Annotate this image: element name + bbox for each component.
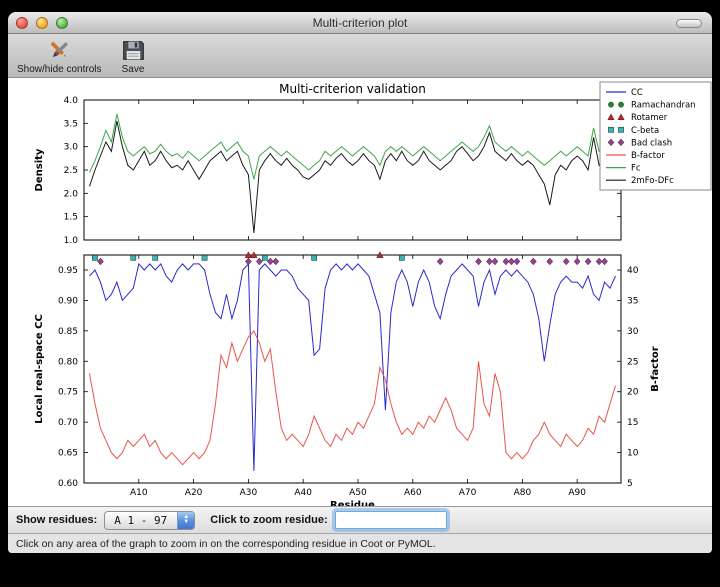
c-beta-marker bbox=[153, 255, 158, 260]
svg-text:35: 35 bbox=[627, 296, 638, 306]
zoom-window-button[interactable] bbox=[56, 17, 68, 29]
save-button[interactable]: Save bbox=[117, 36, 150, 76]
window-title: Multi-criterion plot bbox=[313, 16, 408, 30]
x-axis-label: Residue bbox=[330, 500, 375, 506]
legend-ramachandran-marker bbox=[618, 102, 623, 107]
zoom-residue-label: Click to zoom residue: bbox=[210, 514, 327, 526]
legend-label: Ramachandran bbox=[631, 101, 696, 111]
svg-text:2.0: 2.0 bbox=[64, 189, 79, 199]
save-label: Save bbox=[122, 64, 145, 75]
right-y-axis-label: B-factor bbox=[650, 346, 661, 391]
svg-text:1.0: 1.0 bbox=[64, 236, 79, 246]
c-beta-marker bbox=[262, 255, 267, 260]
show-residues-value: A 1 - 97 bbox=[105, 512, 177, 529]
save-icon bbox=[120, 37, 147, 64]
legend-label: 2mFo-DFc bbox=[631, 176, 674, 186]
svg-text:A10: A10 bbox=[130, 488, 148, 498]
plot-canvas[interactable]: Multi-criterion validation 1.0 1.5 2.0 2.5 3.… bbox=[8, 78, 712, 506]
legend-label: C-beta bbox=[631, 126, 659, 136]
c-beta-marker bbox=[202, 255, 207, 260]
svg-text:A50: A50 bbox=[349, 488, 367, 498]
show-hide-controls-label: Show/hide controls bbox=[17, 64, 102, 75]
svg-text:0.85: 0.85 bbox=[58, 327, 78, 337]
c-beta-marker bbox=[312, 255, 317, 260]
svg-text:A20: A20 bbox=[185, 488, 203, 498]
chart-title: Multi-criterion validation bbox=[279, 82, 426, 96]
svg-text:10: 10 bbox=[627, 449, 639, 459]
svg-text:0.75: 0.75 bbox=[58, 388, 78, 398]
status-bar: Click on any area of the graph to zoom i… bbox=[8, 533, 712, 553]
popup-stepper: ▲ ▼ bbox=[177, 512, 194, 529]
svg-text:A30: A30 bbox=[240, 488, 258, 498]
svg-text:3.5: 3.5 bbox=[64, 119, 78, 129]
svg-text:A90: A90 bbox=[568, 488, 586, 498]
bottom-axes bbox=[84, 255, 621, 483]
minimize-button[interactable] bbox=[36, 17, 48, 29]
legend-c-beta-marker bbox=[608, 127, 613, 132]
top-axes bbox=[84, 100, 621, 240]
legend-label: Bad clash bbox=[631, 138, 672, 148]
toolbar: Show/hide controls Save bbox=[8, 34, 712, 78]
traffic-lights bbox=[16, 17, 68, 29]
svg-text:0.70: 0.70 bbox=[58, 418, 78, 428]
title-bar[interactable]: Multi-criterion plot bbox=[8, 12, 712, 34]
svg-text:A40: A40 bbox=[294, 488, 312, 498]
edit-tools-icon bbox=[46, 37, 73, 64]
show-residues-select[interactable]: A 1 - 97 ▲ ▼ bbox=[104, 511, 195, 530]
svg-text:30: 30 bbox=[627, 327, 639, 337]
legend-label: Rotamer bbox=[631, 113, 668, 123]
svg-text:0.80: 0.80 bbox=[58, 357, 78, 367]
zoom-residue-input[interactable] bbox=[335, 511, 447, 529]
legend-c-beta-marker bbox=[618, 127, 623, 132]
bottom-y-axis-label: Local real-space CC bbox=[34, 314, 45, 424]
stepper-down-icon: ▼ bbox=[183, 520, 189, 525]
c-beta-marker bbox=[399, 255, 404, 260]
legend-ramachandran-marker bbox=[608, 102, 613, 107]
plot-svg[interactable]: Multi-criterion validation 1.0 1.5 2.0 2.5 3.… bbox=[8, 78, 712, 506]
svg-text:3.0: 3.0 bbox=[64, 143, 79, 153]
svg-text:40: 40 bbox=[627, 266, 639, 276]
legend-label: CC bbox=[631, 88, 643, 98]
controls-bar: Show residues: A 1 - 97 ▲ ▼ Click to zoo… bbox=[8, 506, 712, 533]
c-beta-marker bbox=[92, 255, 97, 260]
svg-text:0.65: 0.65 bbox=[58, 449, 78, 459]
status-text: Click on any area of the graph to zoom i… bbox=[16, 538, 436, 550]
svg-text:0.90: 0.90 bbox=[58, 296, 78, 306]
svg-text:0.60: 0.60 bbox=[58, 479, 78, 489]
svg-text:A80: A80 bbox=[514, 488, 532, 498]
svg-text:4.0: 4.0 bbox=[64, 96, 79, 106]
legend-label: B-factor bbox=[631, 151, 665, 161]
svg-text:20: 20 bbox=[627, 388, 639, 398]
show-residues-label: Show residues: bbox=[16, 514, 97, 526]
svg-text:5: 5 bbox=[627, 479, 633, 489]
svg-text:0.95: 0.95 bbox=[58, 266, 78, 276]
svg-text:2.5: 2.5 bbox=[64, 166, 78, 176]
svg-text:25: 25 bbox=[627, 357, 638, 367]
svg-text:A60: A60 bbox=[404, 488, 422, 498]
svg-text:1.5: 1.5 bbox=[64, 213, 78, 223]
legend-box bbox=[600, 82, 711, 190]
toolbar-toggle-button[interactable] bbox=[676, 19, 702, 28]
show-hide-controls-button[interactable]: Show/hide controls bbox=[14, 36, 105, 76]
c-beta-marker bbox=[131, 255, 136, 260]
close-button[interactable] bbox=[16, 17, 28, 29]
svg-text:15: 15 bbox=[627, 418, 638, 428]
top-y-axis-label: Density bbox=[34, 148, 45, 191]
legend-label: Fc bbox=[631, 164, 641, 174]
svg-text:A70: A70 bbox=[459, 488, 477, 498]
app-window: Multi-criterion plot Show/hide controls bbox=[8, 12, 712, 553]
